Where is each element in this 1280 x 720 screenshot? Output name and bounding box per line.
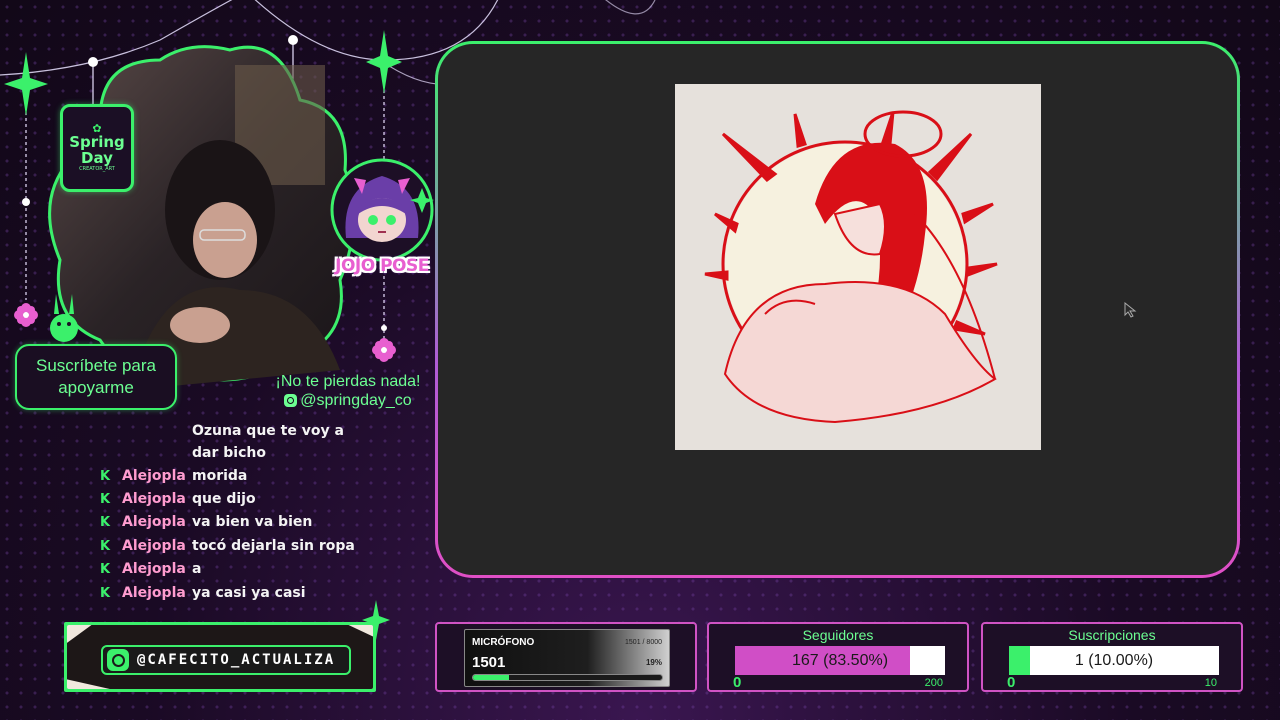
artwork-canvas[interactable]	[675, 84, 1041, 450]
chat-message: K Alejopla va bien va bien	[96, 511, 312, 533]
webcam-frame	[40, 40, 360, 390]
chat-username: Alejopla	[122, 538, 186, 554]
microphone-range: 1501 / 8000	[625, 639, 662, 646]
kick-icon: K	[100, 468, 111, 484]
chat-message: K Alejopla que dijo	[96, 488, 256, 510]
tip-handle-pill: @CAFECITO_ACTUALIZA	[101, 645, 351, 675]
chat-continuation-line: Ozuna que te voy a	[192, 423, 344, 439]
microphone-title: MICRÓFONO	[472, 637, 535, 648]
chat-continuation: Ozuna que te voy a dar bicho	[192, 420, 344, 464]
microphone-progress-fill	[473, 675, 509, 680]
mouse-cursor-icon	[1124, 302, 1137, 318]
webcam-feed	[48, 45, 356, 390]
subscriptions-progress-text: 1 (10.00%)	[1074, 651, 1154, 669]
chat-username: Alejopla	[122, 561, 186, 577]
microphone-progress-track	[472, 674, 663, 681]
subscribe-line1: Suscríbete para	[35, 356, 156, 375]
kick-icon: K	[100, 514, 111, 530]
followers-goal-widget: Seguidores 167 (83.50%) 0 200	[707, 622, 969, 692]
chat-message: K Alejopla morida	[96, 465, 247, 487]
emote-label: JOJO POSE	[335, 256, 429, 276]
followers-progress-text: 167 (83.50%)	[791, 651, 889, 669]
chat-username: Alejopla	[122, 491, 186, 507]
chat-message: K Alejopla a	[96, 558, 201, 580]
emote-badge: JOJO POSE	[326, 158, 438, 278]
subscriptions-progress-track: 1 (10.00%)	[1009, 646, 1219, 675]
brand-badge: ✿ Spring Day CREATOR_ART	[60, 104, 134, 192]
microphone-meter: MICRÓFONO 1501 / 8000 1501 19%	[464, 629, 670, 687]
microphone-value: 1501	[472, 654, 506, 671]
brand-sub: CREATOR_ART	[79, 166, 115, 172]
microphone-percent: 19%	[645, 658, 662, 667]
chat-text: va bien va bien	[192, 514, 313, 530]
instagram-tagline: ¡No te pierdas nada!	[275, 373, 421, 390]
subscriptions-title: Suscripciones	[1068, 627, 1156, 643]
chat-message: K Alejopla tocó dejarla sin ropa	[96, 535, 355, 557]
instagram-note: ¡No te pierdas nada! @springday_co	[262, 372, 434, 410]
tip-banner: @CAFECITO_ACTUALIZA	[64, 622, 376, 692]
kick-icon: K	[100, 538, 111, 554]
instagram-icon	[107, 649, 129, 671]
brand-line2: Day	[81, 149, 113, 167]
followers-progress-track: 167 (83.50%)	[735, 646, 945, 675]
kick-icon: K	[100, 585, 111, 601]
followers-min: 0	[733, 674, 742, 691]
followers-title: Seguidores	[802, 627, 874, 643]
subscriptions-goal-widget: Suscripciones 1 (10.00%) 0 10	[981, 622, 1243, 692]
chat-text: tocó dejarla sin ropa	[192, 538, 355, 554]
artwork-image	[704, 110, 998, 424]
subscriptions-max: 10	[1204, 677, 1217, 689]
tip-handle: @CAFECITO_ACTUALIZA	[137, 652, 336, 668]
chat-text: a	[192, 561, 202, 577]
chat-username: Alejopla	[122, 585, 186, 601]
chat-text: ya casi ya casi	[192, 585, 306, 601]
instagram-handle-row: @springday_co	[262, 391, 434, 410]
instagram-icon	[284, 394, 298, 407]
chat-text: morida	[192, 468, 248, 484]
chat-text: que dijo	[192, 491, 256, 507]
bunny-mascot-icon	[50, 294, 78, 342]
chat-message: K Alejopla ya casi ya casi	[96, 582, 306, 604]
kick-icon: K	[100, 561, 111, 577]
chat-continuation-line: dar bicho	[192, 445, 266, 461]
subscribe-cta: Suscríbete para apoyarme	[15, 344, 177, 410]
subscribe-line2: apoyarme	[58, 378, 134, 397]
chat-username: Alejopla	[122, 514, 186, 530]
brand-line1: Spring	[69, 133, 125, 151]
kick-icon: K	[100, 491, 111, 507]
microphone-widget: MICRÓFONO 1501 / 8000 1501 19%	[435, 622, 697, 692]
chat-username: Alejopla	[122, 468, 186, 484]
followers-max: 200	[924, 677, 943, 689]
instagram-handle: @springday_co	[300, 392, 412, 409]
subscriptions-min: 0	[1007, 674, 1016, 691]
